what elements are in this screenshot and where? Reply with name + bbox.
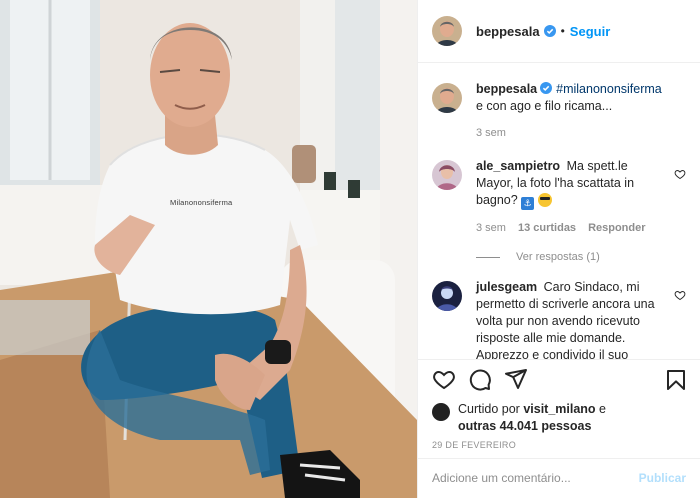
share-icon[interactable] (504, 367, 528, 391)
liker-username[interactable]: visit_milano (523, 402, 595, 416)
photo-illustration (0, 0, 417, 498)
divider (476, 256, 500, 258)
comment-username[interactable]: julesgeam (476, 280, 537, 294)
verified-badge-icon (543, 25, 556, 37)
likes-others[interactable]: outras 44.041 pessoas (458, 419, 591, 433)
likes-text: Curtido por visit_milano e outras 44.041… (458, 401, 606, 436)
verified-badge-icon (540, 82, 553, 94)
caption-username[interactable]: beppesala (476, 82, 537, 96)
avatar[interactable] (432, 16, 462, 46)
comment-time[interactable]: 3 sem (476, 220, 506, 237)
follow-button[interactable]: Seguir (570, 24, 610, 39)
caption-meta: 3 sem (476, 125, 664, 142)
comment: julesgeam Caro Sindaco, mi permetto di s… (432, 279, 686, 359)
post-date[interactable]: 29 DE FEVEREIRO (418, 436, 700, 458)
post-actions (418, 358, 700, 399)
caption-time[interactable]: 3 sem (476, 125, 506, 142)
comment-icon[interactable] (468, 367, 492, 391)
comment-body: julesgeam Caro Sindaco, mi permetto di s… (476, 279, 686, 359)
add-comment-bar: Publicar (418, 458, 700, 498)
comment-likes[interactable]: 13 curtidas (518, 220, 576, 237)
header-username[interactable]: beppesala (476, 24, 540, 39)
view-replies-label: Ver respostas (1) (516, 251, 600, 263)
post-header: beppesala • Seguir (418, 0, 700, 63)
avatar-image (432, 160, 462, 190)
instagram-post: Milanononsiferma beppesala • Seguir bepp… (0, 0, 700, 498)
comment: ale_sampietro Ma spett.le Mayor, la foto… (432, 158, 686, 237)
avatar-image (432, 281, 462, 311)
heart-icon[interactable] (432, 367, 456, 391)
header-separator: • (560, 24, 565, 38)
shirt-print: Milanononsiferma (170, 198, 233, 207)
view-replies-button[interactable]: Ver respostas (1) (476, 251, 686, 263)
avatar-image (432, 83, 462, 113)
likes-middle: e (595, 401, 606, 416)
likes-prefix: Curtido por (458, 401, 524, 416)
caption-body: beppesala #milanononsiferma e con ago e f… (476, 81, 686, 142)
caption-hashtag[interactable]: #milanononsiferma (556, 82, 662, 96)
anchor-emoji-icon: ⚓ (521, 197, 535, 210)
publish-button[interactable]: Publicar (639, 471, 686, 485)
avatar[interactable] (432, 83, 462, 113)
comment-username[interactable]: ale_sampietro (476, 159, 560, 173)
comments-section: beppesala #milanononsiferma e con ago e f… (418, 63, 700, 359)
likes-summary: Curtido por visit_milano e outras 44.041… (418, 399, 700, 436)
comment-body: ale_sampietro Ma spett.le Mayor, la foto… (476, 158, 686, 237)
liker-avatar[interactable] (432, 402, 450, 421)
caption-text: e con ago e filo ricama... (476, 99, 613, 113)
comment-meta: 3 sem 13 curtidas Responder (476, 220, 664, 237)
like-comment-heart-icon[interactable] (674, 289, 686, 301)
avatar[interactable] (432, 281, 462, 311)
bookmark-icon[interactable] (664, 368, 688, 392)
sunglasses-emoji-icon (537, 193, 552, 207)
reply-button[interactable]: Responder (588, 220, 645, 237)
post-photo[interactable]: Milanononsiferma (0, 0, 417, 498)
avatar[interactable] (432, 160, 462, 190)
caption: beppesala #milanononsiferma e con ago e f… (432, 81, 686, 142)
post-sidebar: beppesala • Seguir beppesala #milanonons… (417, 0, 700, 498)
like-comment-heart-icon[interactable] (674, 168, 686, 180)
avatar-image (432, 16, 462, 46)
comment-input[interactable] (432, 471, 639, 485)
